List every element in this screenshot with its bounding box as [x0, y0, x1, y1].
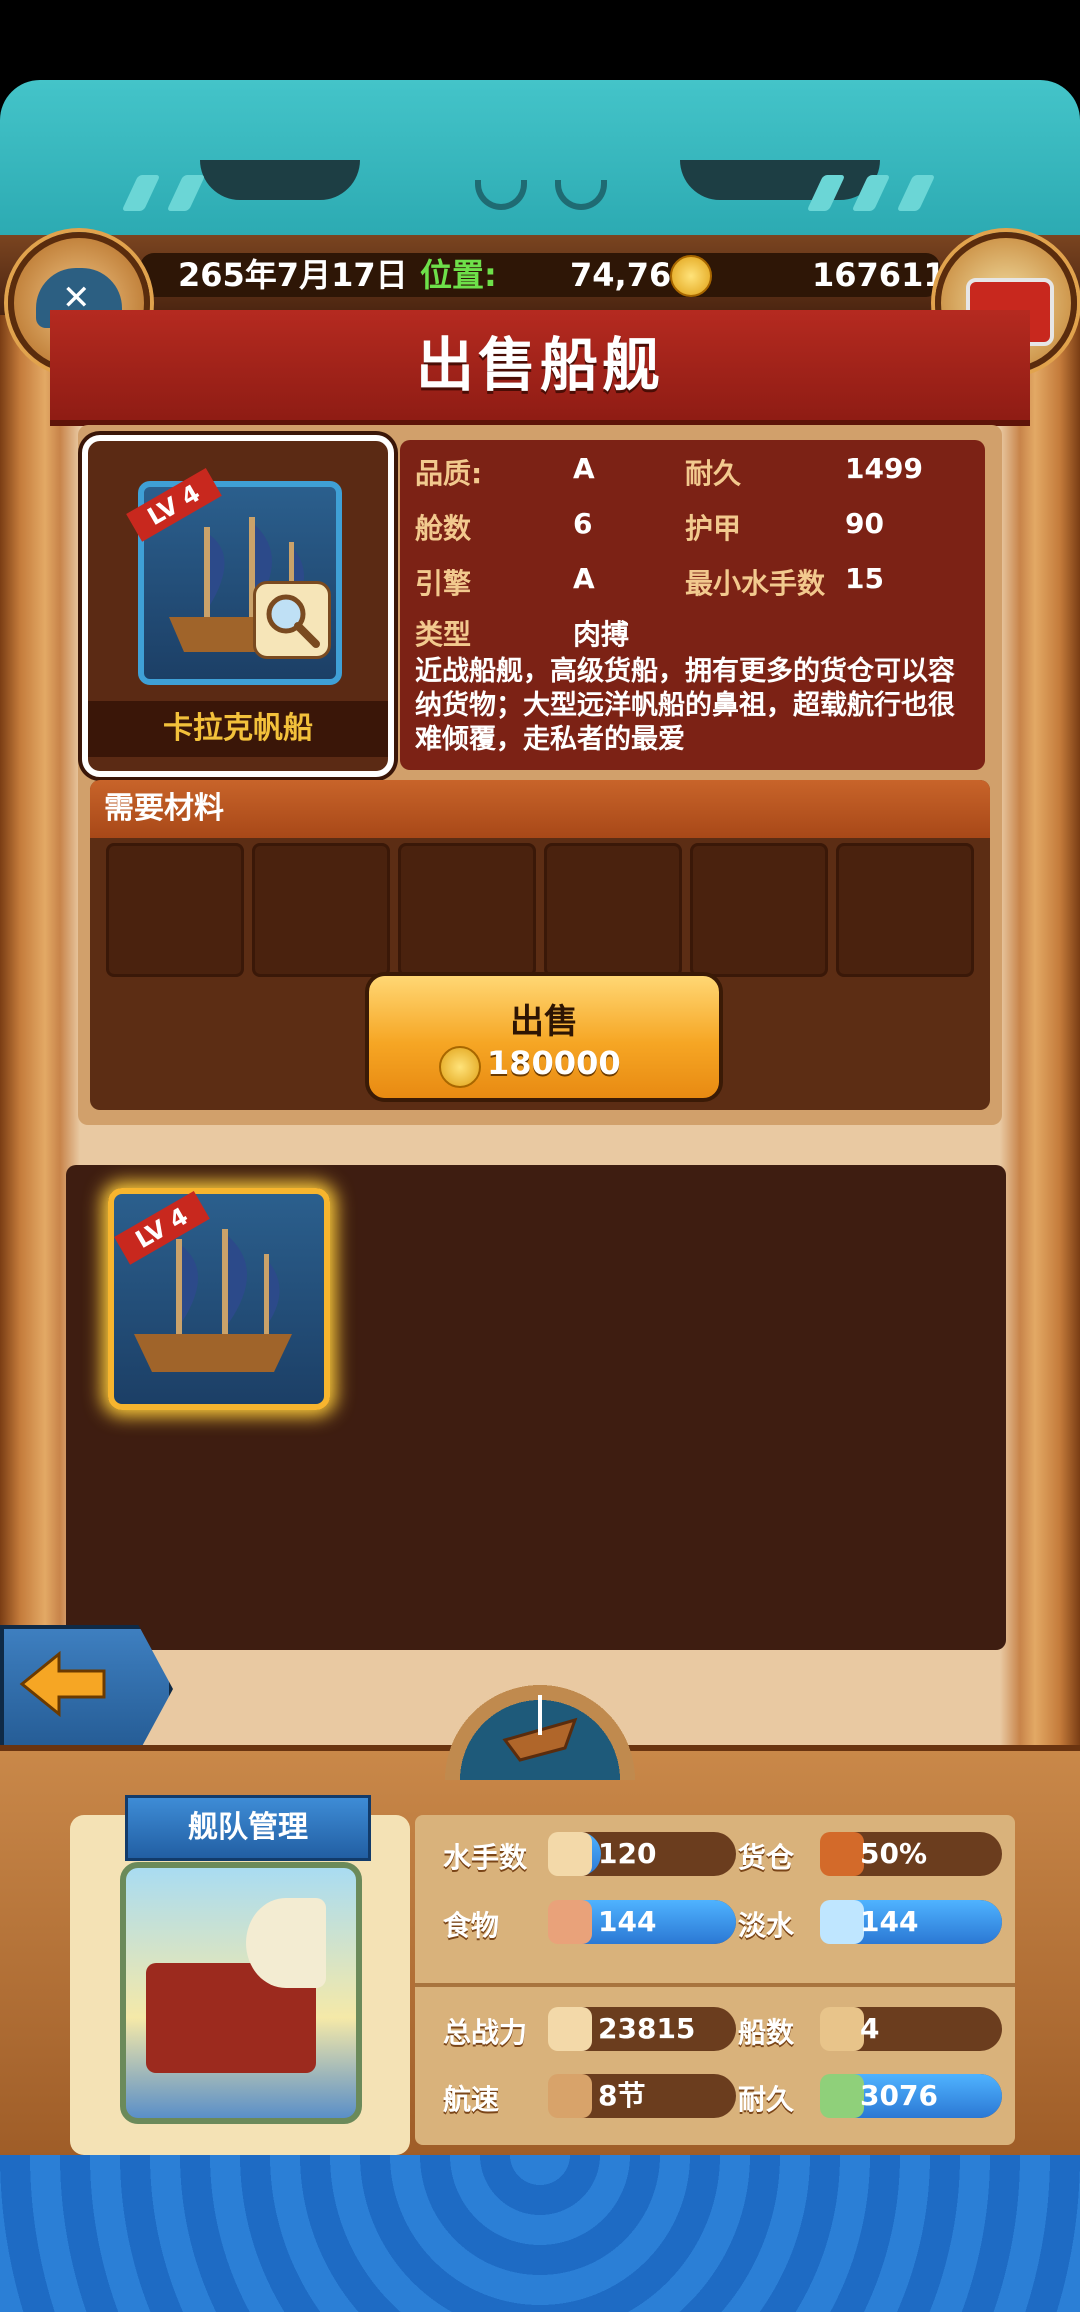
armor-label: 护甲	[685, 512, 742, 545]
speed-value: 8节	[598, 2079, 646, 2112]
title-banner: 出售船舰	[50, 310, 1030, 426]
cat-eye-left	[200, 160, 360, 200]
food-value: 144	[598, 1905, 657, 1938]
arrow-left-icon	[19, 1650, 106, 1718]
status-bar: 265年7月17日 位置: 74,76 167611	[0, 235, 1080, 315]
water-value: 144	[860, 1905, 919, 1938]
sea-footer	[0, 2155, 1080, 2312]
ship-name: 卡拉克帆船	[163, 711, 313, 746]
type-value: 肉搏	[573, 618, 630, 651]
material-slot[interactable]	[836, 843, 974, 977]
water-label: 淡水	[738, 1909, 795, 1942]
material-slot[interactable]	[398, 843, 536, 977]
meat-icon	[548, 1900, 592, 1944]
stripe-deco	[166, 175, 206, 211]
cat-mouth-right	[555, 180, 607, 210]
material-slot[interactable]	[690, 843, 828, 977]
ship-sail-icon	[246, 1898, 326, 1988]
sailors-value: 120	[598, 1837, 657, 1870]
quality-label: 品质:	[415, 457, 483, 490]
stripe-deco	[121, 175, 161, 211]
armor-value: 90	[845, 507, 884, 540]
gold-amount: 167611	[812, 256, 946, 294]
water-icon	[820, 1900, 864, 1944]
magnifier-icon	[266, 594, 320, 648]
engine-value: A	[573, 562, 595, 595]
date-text: 265年7月17日	[178, 256, 408, 294]
speed-icon	[548, 2074, 592, 2118]
inventory-ship-item[interactable]: LV 4	[108, 1188, 330, 1410]
sailors-label: 水手数	[443, 1841, 528, 1874]
cat-eye-right	[680, 160, 880, 200]
sell-button[interactable]: 出售 180000	[365, 972, 723, 1102]
rowboat-icon	[502, 1695, 578, 1762]
fleet-title: 舰队管理	[188, 1810, 308, 1845]
cargo-label: 货仓	[738, 1841, 795, 1874]
sailor-icon	[548, 1832, 592, 1876]
quality-value: A	[573, 452, 595, 485]
ship-wheel-deco[interactable]	[410, 1620, 670, 1780]
min-sailors-label: 最小水手数	[685, 567, 826, 600]
gold-coin-icon	[670, 255, 712, 297]
ship-card[interactable]: LV 4 卡拉克帆船	[82, 435, 394, 777]
fleet-durability-value: 3076	[860, 2079, 938, 2112]
swords-icon	[548, 2007, 592, 2051]
back-button[interactable]	[0, 1625, 173, 1753]
ship-count-value: 4	[860, 2012, 880, 2045]
food-label: 食物	[443, 1909, 500, 1942]
position-label: 位置:	[420, 256, 497, 294]
materials-title: 需要材料	[104, 791, 224, 826]
speed-label: 航速	[443, 2083, 500, 2116]
magnifier-button[interactable]	[253, 581, 331, 659]
durability-label: 耐久	[685, 457, 742, 490]
fleet-banner: 舰队管理	[125, 1795, 371, 1861]
engine-label: 引擎	[415, 567, 472, 600]
durability-value: 1499	[845, 452, 923, 485]
ship-count-label: 船数	[738, 2016, 795, 2049]
fleet-ship-picture[interactable]	[120, 1862, 362, 2124]
boat-icon	[820, 2007, 864, 2051]
durability-icon	[820, 2074, 864, 2118]
stripe-deco	[896, 175, 936, 211]
min-sailors-value: 15	[845, 562, 884, 595]
gold-coin-icon	[439, 1046, 481, 1088]
ship-name-bar: 卡拉克帆船	[88, 701, 388, 757]
cargo-value: 50%	[860, 1837, 928, 1870]
material-slot[interactable]	[106, 843, 244, 977]
sell-button-label: 出售	[510, 1002, 578, 1042]
material-slot[interactable]	[544, 843, 682, 977]
ship-info-box: 品质: A 耐久 1499 舱数 6 护甲 90 引擎 A 最小水手数 15 类…	[400, 440, 985, 770]
type-label: 类型	[415, 618, 472, 651]
cabins-label: 舱数	[415, 512, 472, 545]
page-title: 出售船舰	[415, 331, 664, 399]
power-value: 23815	[598, 2012, 696, 2045]
cat-mouth-left	[475, 180, 527, 210]
power-label: 总战力	[443, 2016, 528, 2049]
ship-description: 近战船舰，高级货船，拥有更多的货仓可以容纳货物；大型远洋帆船的鼻祖，超载航行也很…	[415, 656, 955, 755]
stats-divider	[415, 1983, 1015, 1987]
materials-header: 需要材料	[90, 780, 990, 838]
cargo-icon	[820, 1832, 864, 1876]
top-cat-banner	[0, 80, 1080, 250]
material-slot[interactable]	[252, 843, 390, 977]
position-value: 74,76	[570, 256, 672, 294]
sell-price: 180000	[487, 1044, 621, 1082]
fleet-durability-label: 耐久	[738, 2083, 795, 2116]
cabins-value: 6	[573, 507, 593, 540]
